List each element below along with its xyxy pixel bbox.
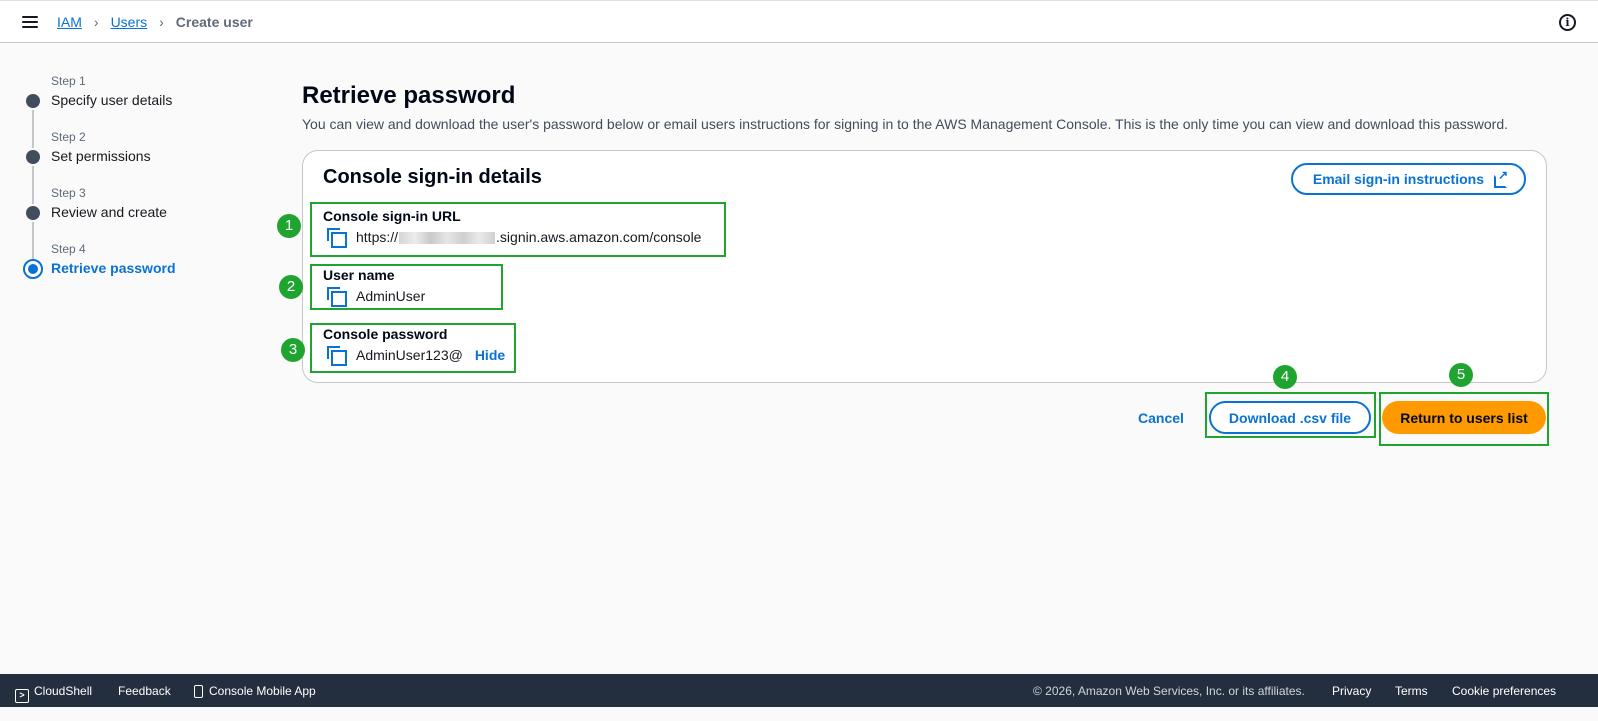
return-to-users-list-button[interactable]: Return to users list xyxy=(1382,401,1546,434)
copyright-text: © 2026, Amazon Web Services, Inc. or its… xyxy=(1033,684,1305,698)
step-number: Step 4 xyxy=(51,242,86,256)
breadcrumb: IAM › Users › Create user xyxy=(57,14,253,30)
step-active-icon xyxy=(23,259,43,279)
step-dot-icon xyxy=(26,150,40,164)
download-csv-button[interactable]: Download .csv file xyxy=(1209,401,1371,434)
info-icon[interactable]: i xyxy=(1559,14,1576,31)
breadcrumb-current: Create user xyxy=(175,14,253,30)
annotation-badge-5: 5 xyxy=(1449,363,1473,387)
mobile-phone-icon xyxy=(194,685,203,698)
annotation-badge-4: 4 xyxy=(1273,365,1297,389)
annotation-badge-1: 1 xyxy=(277,214,301,238)
terms-link[interactable]: Terms xyxy=(1395,684,1428,698)
cookie-preferences-link[interactable]: Cookie preferences xyxy=(1452,684,1556,698)
bottom-strip xyxy=(0,707,1598,721)
cancel-button[interactable]: Cancel xyxy=(1138,410,1184,426)
chevron-right-icon: › xyxy=(93,14,99,30)
step-label: Set permissions xyxy=(51,148,151,164)
step-2: Step 2 Set permissions xyxy=(20,126,250,204)
email-button-label: Email sign-in instructions xyxy=(1312,171,1484,187)
page-title: Retrieve password xyxy=(302,82,516,109)
step-dot-icon xyxy=(26,206,40,220)
breadcrumb-iam[interactable]: IAM xyxy=(57,14,82,30)
console-footer: > CloudShell Feedback Console Mobile App … xyxy=(0,674,1598,707)
step-label: Review and create xyxy=(51,204,167,220)
wizard-steps: Step 1 Specify user details Step 2 Set p… xyxy=(20,70,250,294)
annotation-badge-3: 3 xyxy=(281,338,305,362)
feedback-link[interactable]: Feedback xyxy=(118,684,171,698)
page-description: You can view and download the user's pas… xyxy=(302,116,1509,132)
step-label: Retrieve password xyxy=(51,260,176,276)
step-1: Step 1 Specify user details xyxy=(20,70,250,148)
console-mobile-app-link[interactable]: Console Mobile App xyxy=(194,684,316,698)
step-label: Specify user details xyxy=(51,92,173,108)
cloudshell-button[interactable]: > CloudShell xyxy=(15,684,92,703)
external-link-icon xyxy=(1494,168,1508,188)
breadcrumb-users[interactable]: Users xyxy=(111,14,148,30)
highlight-box-2 xyxy=(310,264,503,310)
top-navigation-bar: IAM › Users › Create user i xyxy=(0,0,1598,43)
step-dot-icon xyxy=(26,94,40,108)
highlight-box-3 xyxy=(310,323,516,373)
mobile-app-label: Console Mobile App xyxy=(209,684,316,698)
step-4: Step 4 Retrieve password xyxy=(20,238,250,294)
menu-icon[interactable] xyxy=(20,13,40,31)
annotation-badge-2: 2 xyxy=(279,275,303,299)
step-3: Step 3 Review and create xyxy=(20,182,250,260)
privacy-link[interactable]: Privacy xyxy=(1332,684,1371,698)
card-title: Console sign-in details xyxy=(323,166,542,188)
step-number: Step 2 xyxy=(51,130,86,144)
chevron-right-icon: › xyxy=(159,14,164,30)
highlight-box-1 xyxy=(310,202,726,257)
step-number: Step 3 xyxy=(51,186,86,200)
step-number: Step 1 xyxy=(51,74,86,88)
terminal-icon: > xyxy=(15,689,29,703)
cloudshell-label: CloudShell xyxy=(34,684,93,698)
email-sign-in-instructions-button[interactable]: Email sign-in instructions xyxy=(1290,163,1526,195)
